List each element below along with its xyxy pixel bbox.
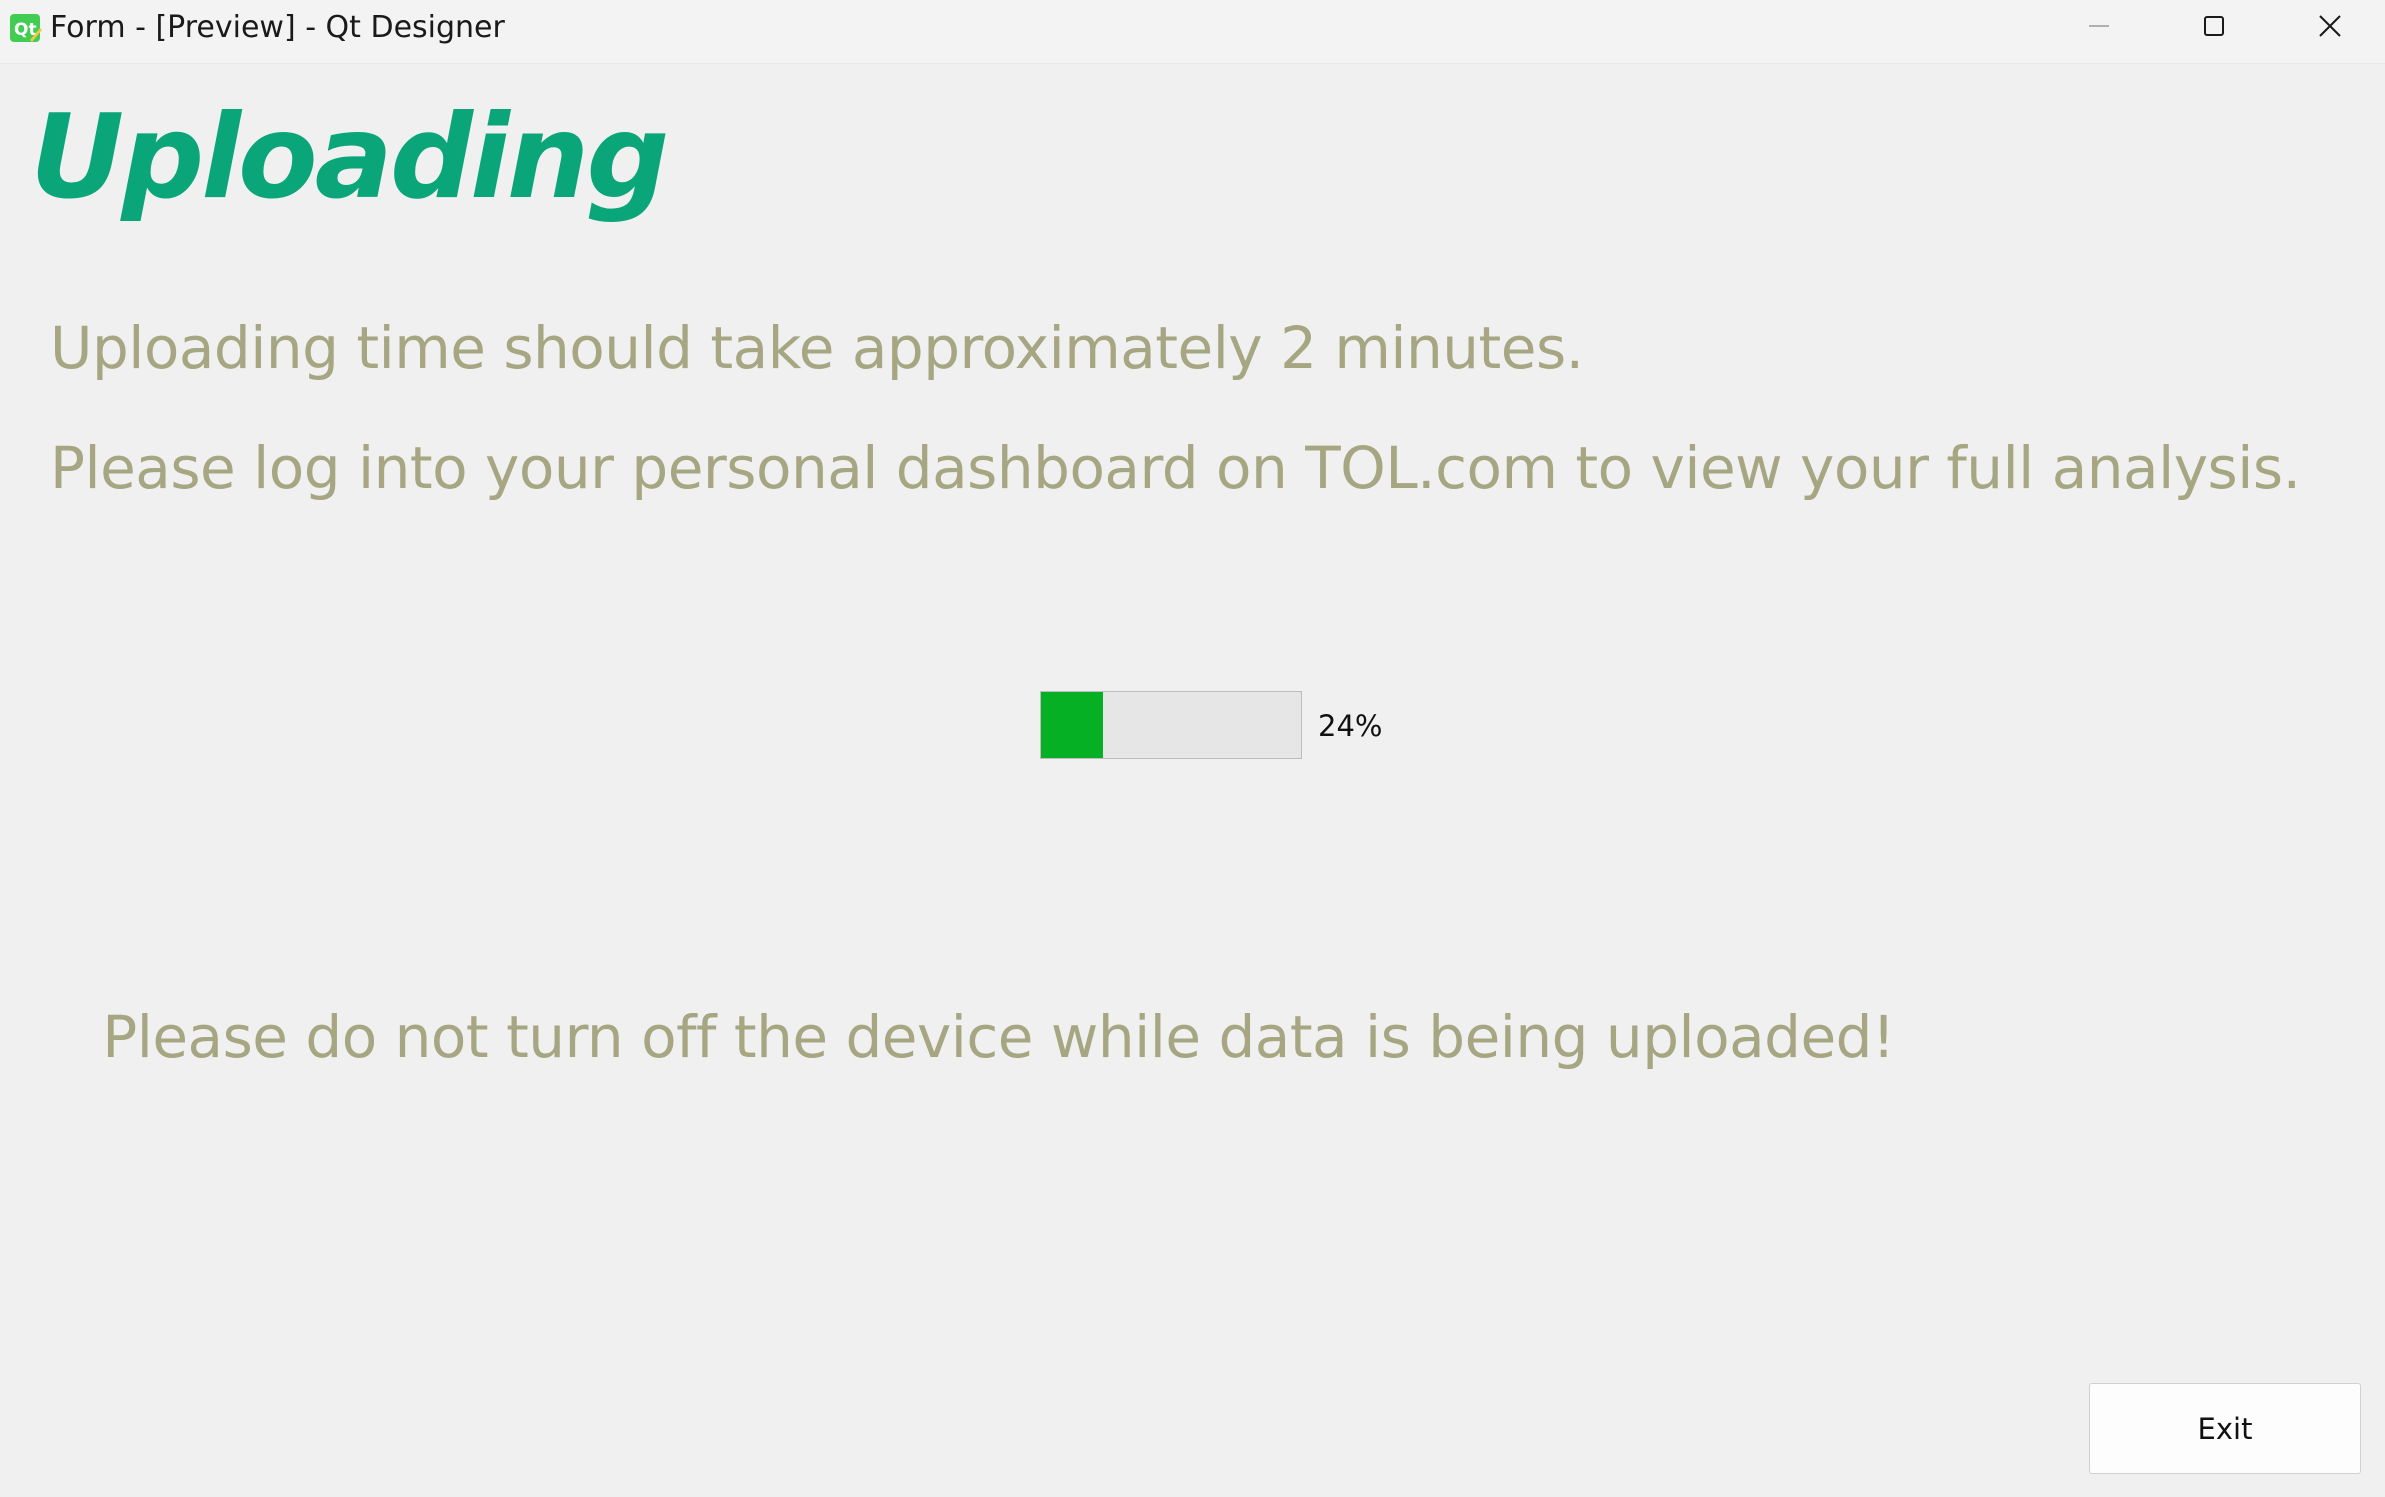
minimize-button[interactable] [2049, 0, 2149, 52]
title-bar: Qt Form - [Preview] - Qt Designer [0, 0, 2385, 64]
progress-fill [1041, 692, 1104, 758]
page-title: Uploading [30, 90, 669, 225]
maximize-button[interactable] [2164, 0, 2264, 52]
progress-percent-label: 24% [1318, 709, 1383, 743]
warning-text: Please do not turn off the device while … [102, 1003, 1895, 1071]
dashboard-info-text: Please log into your personal dashboard … [50, 434, 2301, 502]
warning-text-row: Please do not turn off the device while … [0, 1002, 2385, 1072]
close-icon [2319, 15, 2341, 37]
qt-designer-icon: Qt [10, 14, 42, 42]
upload-time-text: Uploading time should take approximately… [50, 314, 1584, 382]
minimize-icon [2089, 25, 2109, 27]
window-title: Form - [Preview] - Qt Designer [50, 10, 505, 45]
exit-button[interactable]: Exit [2089, 1383, 2361, 1474]
maximize-icon [2204, 16, 2224, 36]
upload-progress-bar [1040, 691, 1302, 759]
close-button[interactable] [2280, 0, 2380, 52]
